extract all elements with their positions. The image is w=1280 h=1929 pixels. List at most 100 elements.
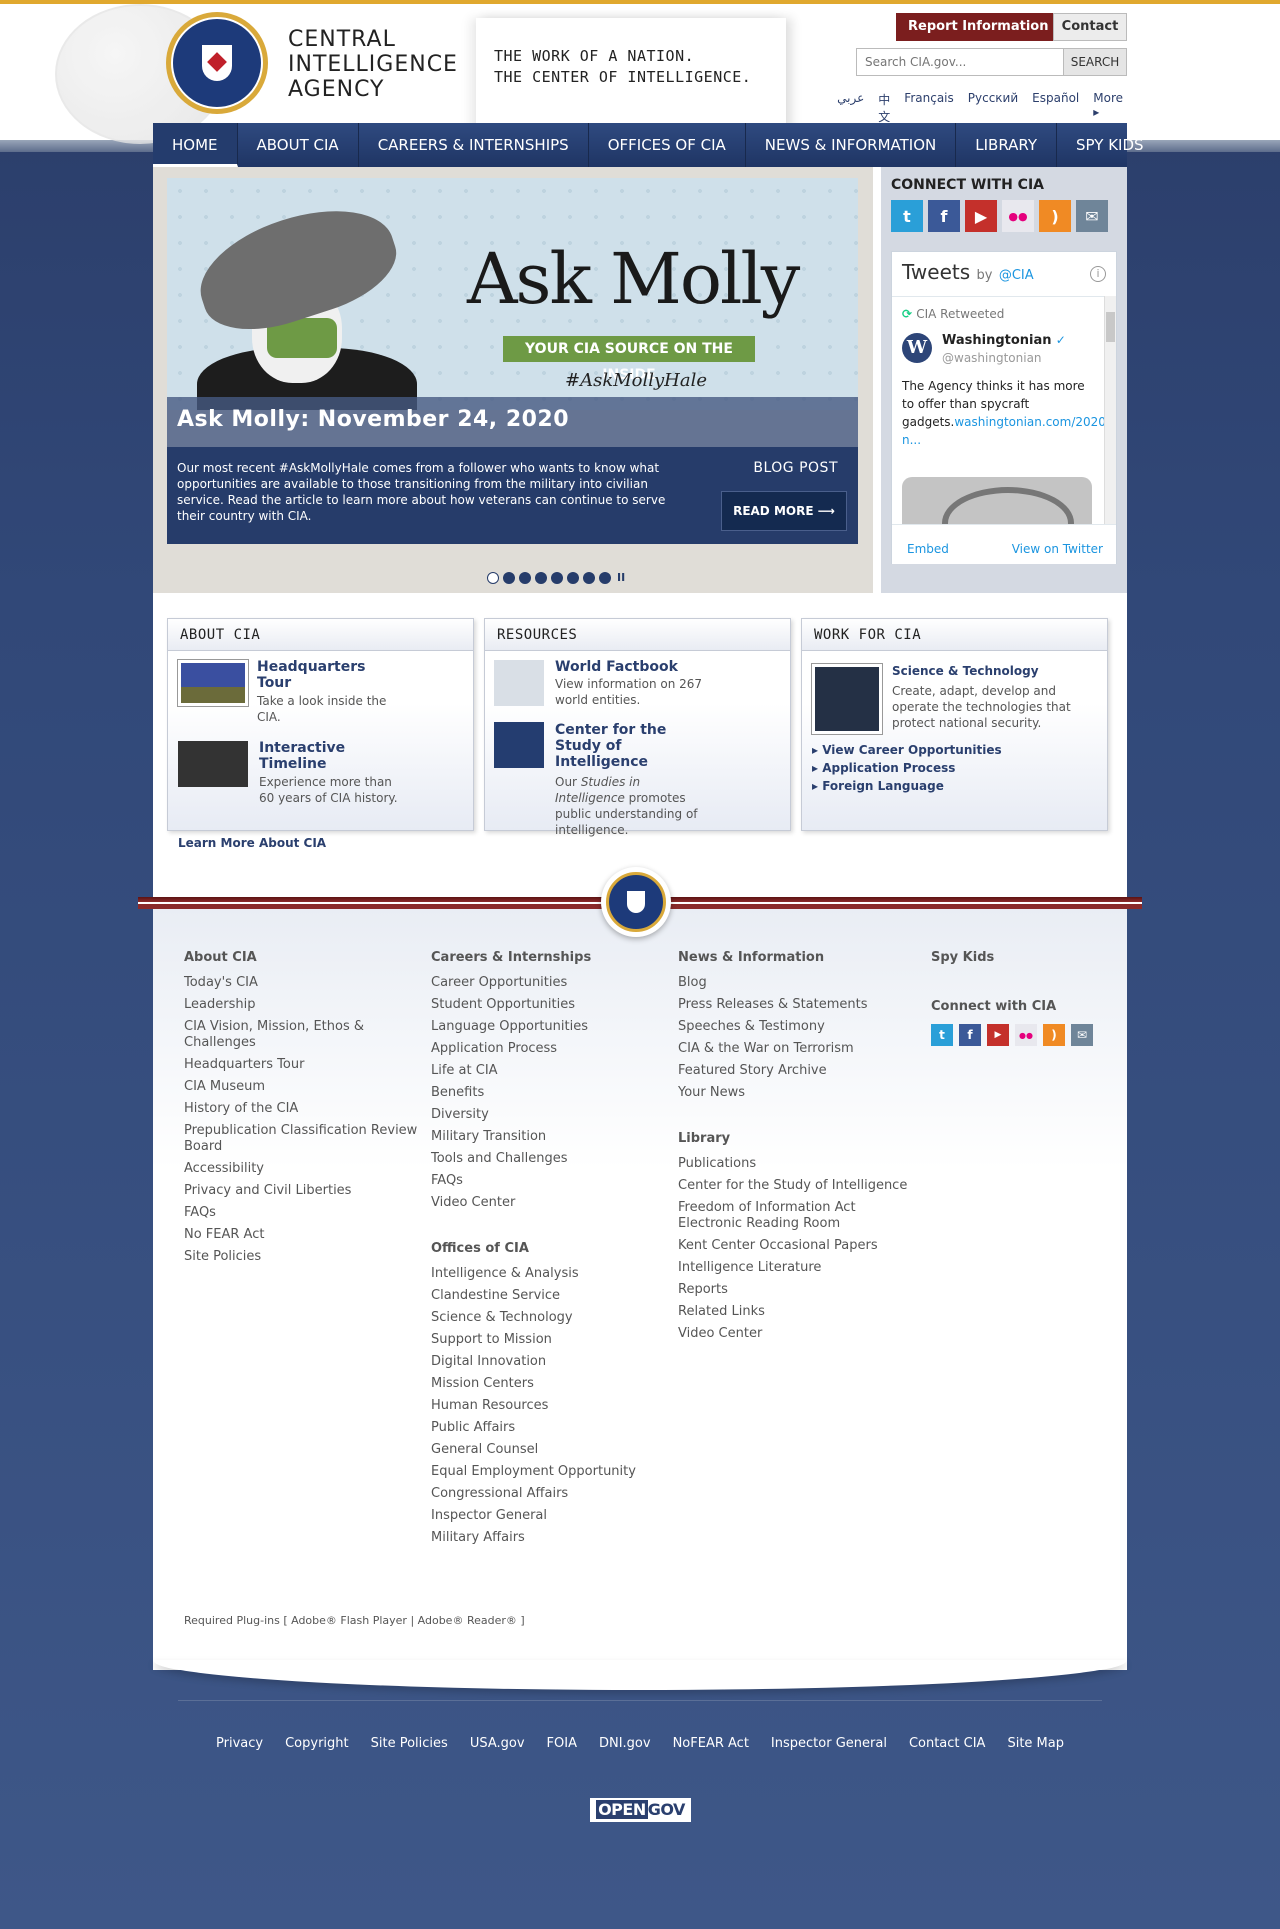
sitemap-link[interactable]: Support to Mission	[431, 1332, 661, 1348]
footer-copyright-link[interactable]: Copyright	[285, 1736, 349, 1751]
carousel-dot[interactable]	[503, 571, 515, 584]
search-button[interactable]: SEARCH	[1063, 48, 1127, 76]
sitemap-link[interactable]: Diversity	[431, 1107, 661, 1123]
world-factbook-link[interactable]: World Factbook	[555, 659, 755, 675]
youtube-icon[interactable]: ▶	[987, 1024, 1009, 1046]
facebook-icon[interactable]: f	[928, 200, 960, 232]
search-input[interactable]	[856, 48, 1064, 76]
sitemap-news-heading[interactable]: News & Information	[678, 950, 918, 965]
footer-privacy-link[interactable]: Privacy	[216, 1736, 263, 1751]
sitemap-link[interactable]: History of the CIA	[184, 1101, 424, 1117]
tweet-author-name[interactable]: Washingtonian	[942, 333, 1066, 348]
sitemap-link[interactable]: Video Center	[431, 1195, 661, 1211]
language-french[interactable]: Français	[904, 91, 953, 125]
sitemap-link[interactable]: Today's CIA	[184, 975, 424, 991]
csi-thumbnail[interactable]	[494, 722, 544, 768]
sitemap-link[interactable]: Digital Innovation	[431, 1354, 661, 1370]
sitemap-link[interactable]: Clandestine Service	[431, 1288, 661, 1304]
sitemap-link[interactable]: General Counsel	[431, 1442, 661, 1458]
tweet-author-handle[interactable]: @washingtonian	[942, 351, 1042, 365]
sitemap-link[interactable]: CIA Museum	[184, 1079, 424, 1095]
sitemap-link[interactable]: Headquarters Tour	[184, 1057, 424, 1073]
csi-link[interactable]: Center for the Study of Intelligence	[555, 722, 705, 770]
nav-careers[interactable]: CAREERS & INTERNSHIPS	[359, 123, 589, 167]
sitemap-link[interactable]: Equal Employment Opportunity	[431, 1464, 661, 1480]
footer-site-policies-link[interactable]: Site Policies	[371, 1736, 448, 1751]
flickr-icon[interactable]: ●●	[1015, 1024, 1037, 1046]
report-information-button[interactable]: Report Information	[896, 13, 1061, 41]
carousel-dot[interactable]	[519, 571, 531, 584]
sitemap-link[interactable]: Science & Technology	[431, 1310, 661, 1326]
view-career-opportunities-link[interactable]: View Career Opportunities	[812, 741, 1001, 759]
email-icon[interactable]: ✉	[1071, 1024, 1093, 1046]
language-chinese[interactable]: 中文	[878, 91, 890, 125]
tweets-handle-link[interactable]: @CIA	[999, 268, 1034, 283]
hero-headline[interactable]: Ask Molly: November 24, 2020	[167, 397, 858, 447]
sitemap-link[interactable]: Military Affairs	[431, 1530, 661, 1546]
nav-about-cia[interactable]: ABOUT CIA	[238, 123, 359, 167]
sitemap-link[interactable]: Public Affairs	[431, 1420, 661, 1436]
sitemap-link[interactable]: Site Policies	[184, 1249, 424, 1265]
facebook-icon[interactable]: f	[959, 1024, 981, 1046]
footer-foia-link[interactable]: FOIA	[547, 1736, 577, 1751]
sitemap-link[interactable]: Human Resources	[431, 1398, 661, 1414]
sitemap-link[interactable]: Press Releases & Statements	[678, 997, 918, 1013]
sitemap-link[interactable]: Privacy and Civil Liberties	[184, 1183, 424, 1199]
sitemap-spy-kids-link[interactable]: Spy Kids	[931, 950, 1111, 965]
world-factbook-thumbnail[interactable]	[494, 660, 544, 706]
view-on-twitter-link[interactable]: View on Twitter	[1012, 542, 1103, 556]
nav-spy-kids[interactable]: SPY KIDS	[1057, 123, 1163, 167]
sitemap-library-heading[interactable]: Library	[678, 1131, 918, 1146]
sitemap-link[interactable]: Career Opportunities	[431, 975, 661, 991]
sitemap-link[interactable]: Application Process	[431, 1041, 661, 1057]
sitemap-link[interactable]: FAQs	[431, 1173, 661, 1189]
sitemap-about-heading[interactable]: About CIA	[184, 950, 424, 965]
sitemap-link[interactable]: Your News	[678, 1085, 918, 1101]
sitemap-link[interactable]: Featured Story Archive	[678, 1063, 918, 1079]
sitemap-link[interactable]: Video Center	[678, 1326, 918, 1342]
nav-library[interactable]: LIBRARY	[956, 123, 1058, 167]
learn-more-about-cia-link[interactable]: Learn More About CIA	[178, 836, 326, 850]
footer-site-map-link[interactable]: Site Map	[1007, 1736, 1064, 1751]
language-more[interactable]: More ▸	[1093, 91, 1123, 125]
rss-icon[interactable]: )	[1039, 200, 1071, 232]
sitemap-link[interactable]: Blog	[678, 975, 918, 991]
science-technology-link[interactable]: Science & Technology	[892, 663, 1092, 679]
cia-seal-logo[interactable]	[166, 12, 268, 114]
youtube-icon[interactable]: ▶	[965, 200, 997, 232]
email-icon[interactable]: ✉	[1076, 200, 1108, 232]
nav-news[interactable]: NEWS & INFORMATION	[746, 123, 957, 167]
interactive-timeline-link[interactable]: Interactive Timeline	[259, 740, 389, 772]
timeline-thumbnail[interactable]	[178, 741, 248, 787]
application-process-link[interactable]: Application Process	[812, 759, 1002, 777]
hero-image[interactable]: Ask Molly YOUR CIA SOURCE ON THE INSIDE …	[167, 178, 858, 410]
carousel-dot[interactable]	[551, 571, 563, 584]
headquarters-tour-link[interactable]: Headquarters Tour	[257, 659, 387, 691]
twitter-icon[interactable]: t	[891, 200, 923, 232]
sitemap-link[interactable]: Accessibility	[184, 1161, 424, 1177]
sitemap-link[interactable]: Mission Centers	[431, 1376, 661, 1392]
carousel-dot[interactable]	[567, 571, 579, 584]
twitter-icon[interactable]: t	[931, 1024, 953, 1046]
sitemap-careers-heading[interactable]: Careers & Internships	[431, 950, 661, 965]
tweet-item[interactable]: CIA Retweeted W Washingtonian @washingto…	[892, 296, 1116, 524]
carousel-dot[interactable]	[583, 571, 595, 584]
avatar[interactable]: W	[902, 333, 932, 363]
sitemap-offices-heading[interactable]: Offices of CIA	[431, 1241, 661, 1256]
agency-name[interactable]: CENTRAL INTELLIGENCE AGENCY	[288, 27, 458, 102]
flickr-icon[interactable]: ●●	[1002, 200, 1034, 232]
sitemap-link[interactable]: Tools and Challenges	[431, 1151, 661, 1167]
pause-icon[interactable]: II	[617, 571, 625, 584]
footer-contact-link[interactable]: Contact CIA	[909, 1736, 986, 1751]
required-plugins[interactable]: Required Plug-ins [ Adobe® Flash Player …	[184, 1614, 525, 1627]
sitemap-link[interactable]: Intelligence Literature	[678, 1260, 918, 1276]
nav-offices[interactable]: OFFICES OF CIA	[589, 123, 746, 167]
contact-button[interactable]: Contact	[1053, 13, 1127, 41]
sitemap-link[interactable]: CIA & the War on Terrorism	[678, 1041, 918, 1057]
sitemap-link[interactable]: Kent Center Occasional Papers	[678, 1238, 918, 1254]
science-technology-thumbnail[interactable]	[811, 663, 883, 735]
sitemap-link[interactable]: Speeches & Testimony	[678, 1019, 918, 1035]
sitemap-link[interactable]: Reports	[678, 1282, 918, 1298]
sitemap-link[interactable]: Freedom of Information Act Electronic Re…	[678, 1200, 918, 1232]
read-more-button[interactable]: READ MORE ⟶	[721, 491, 847, 531]
